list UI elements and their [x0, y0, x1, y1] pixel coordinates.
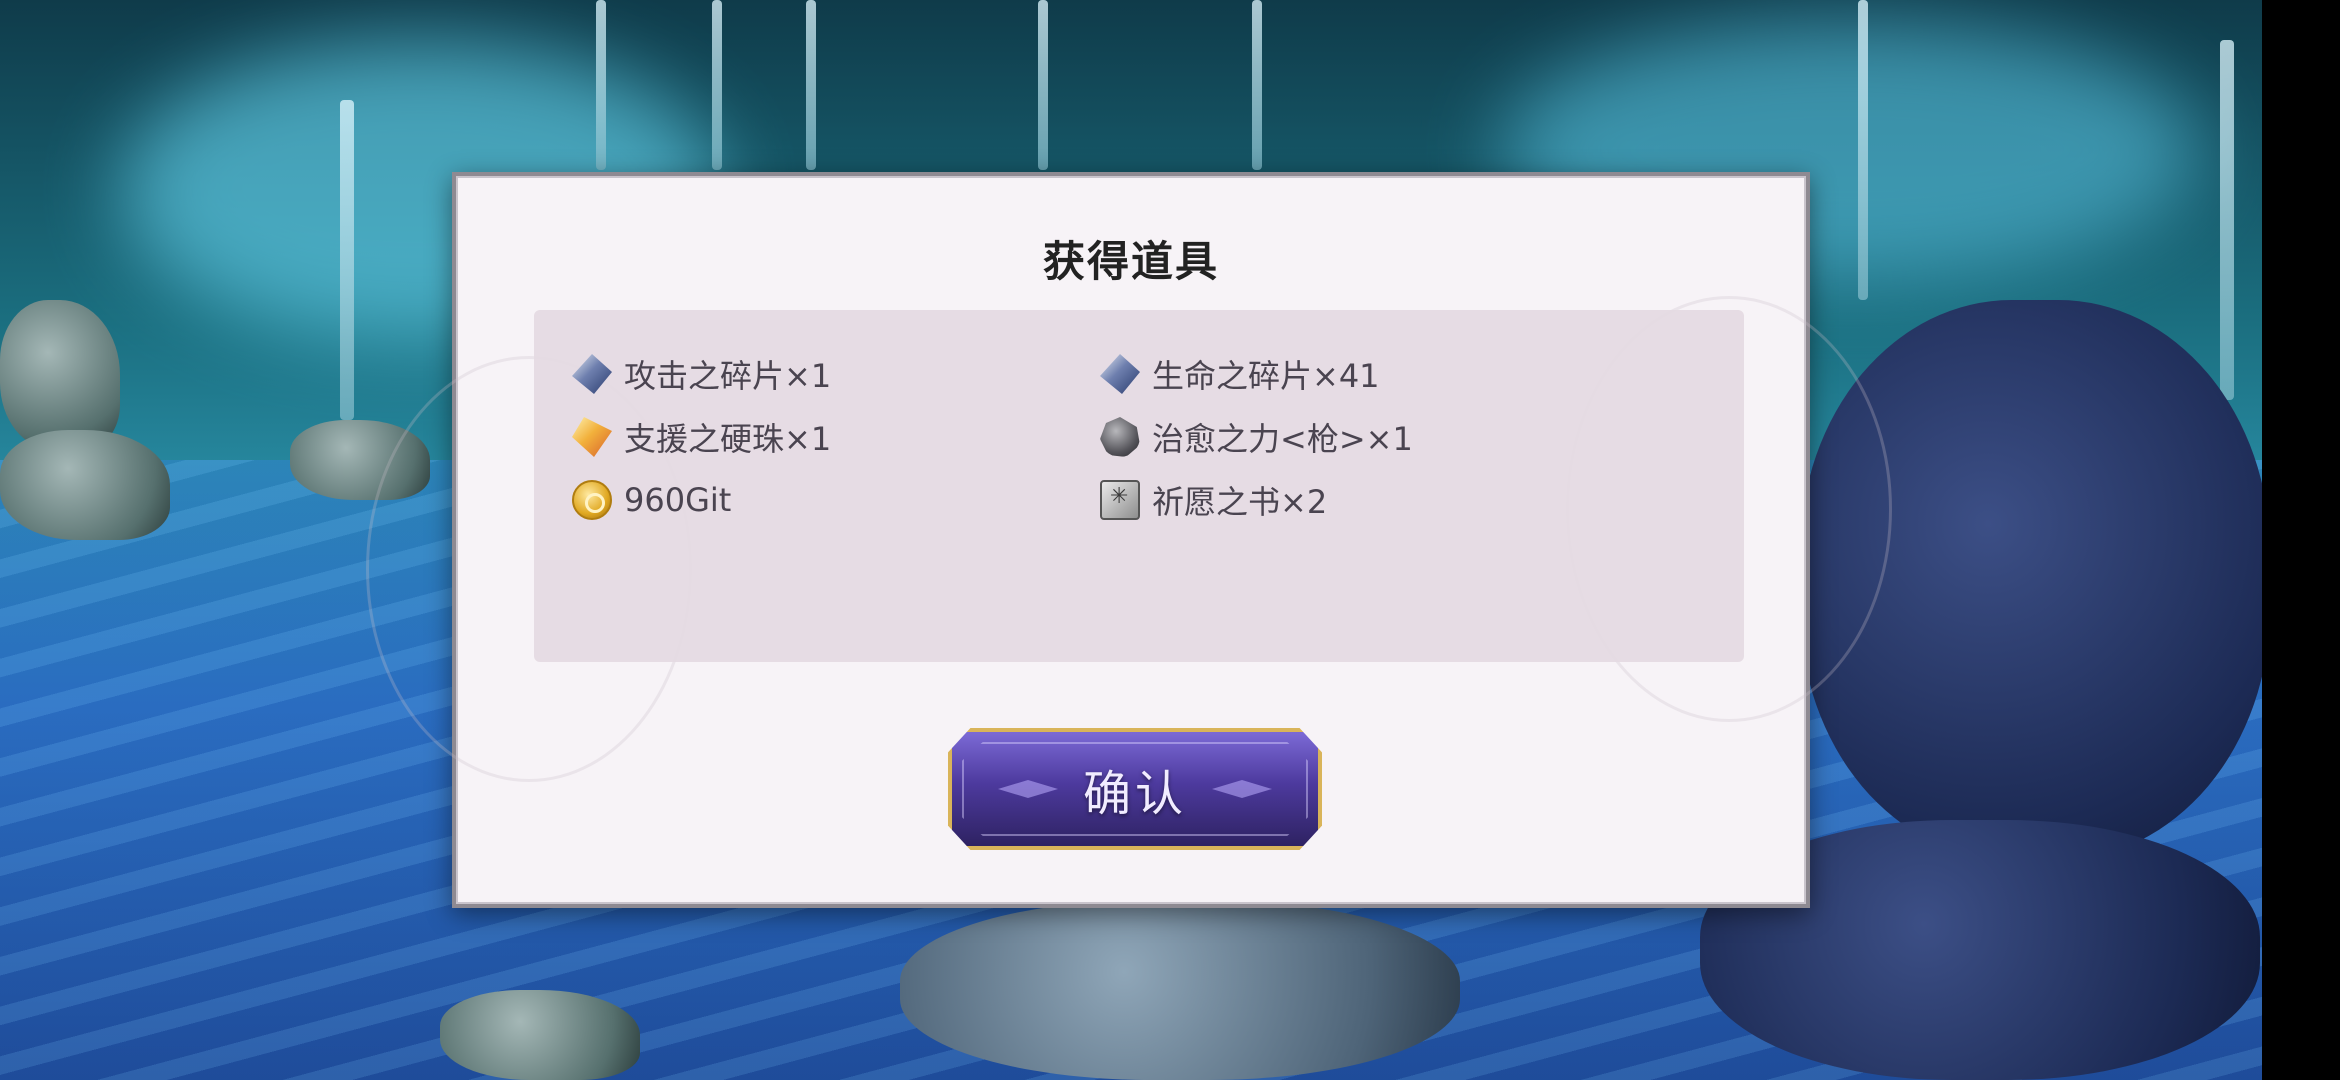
prayer-book-icon — [1100, 480, 1140, 520]
background-foliage — [900, 900, 1460, 1080]
background-tree — [806, 0, 816, 170]
background-rock — [0, 430, 170, 540]
game-scene: 获得道具 攻击之碎片×1 生命之碎片×41 支援之硬珠×1 治愈之力<枪>×1 … — [0, 0, 2262, 1080]
item-label: 攻击之碎片×1 — [624, 357, 832, 395]
item-label: 960Git — [624, 481, 732, 519]
list-item: 治愈之力<枪>×1 — [1100, 413, 1413, 461]
healing-power-icon — [1100, 417, 1140, 457]
background-tree — [340, 100, 354, 420]
background-rock — [440, 990, 640, 1080]
confirm-button[interactable]: 确认 — [948, 728, 1322, 850]
list-item: 960Git — [572, 476, 731, 524]
background-tree — [1038, 0, 1048, 170]
list-item: 攻击之碎片×1 — [572, 350, 831, 398]
item-label: 祈愿之书×2 — [1152, 483, 1328, 521]
item-label: 支援之硬珠×1 — [624, 420, 832, 458]
button-ornament — [998, 780, 1058, 798]
git-coin-icon — [572, 480, 612, 520]
background-tree — [596, 0, 606, 170]
list-item: 祈愿之书×2 — [1100, 476, 1327, 524]
support-orb-icon — [572, 417, 612, 457]
attack-shard-icon — [572, 354, 612, 394]
background-tree — [712, 0, 722, 170]
screen-edge-bar — [2262, 0, 2340, 1080]
item-reward-dialog: 获得道具 攻击之碎片×1 生命之碎片×41 支援之硬珠×1 治愈之力<枪>×1 … — [366, 172, 1892, 908]
item-label: 治愈之力<枪>×1 — [1152, 420, 1413, 458]
background-tree — [2220, 40, 2234, 400]
list-item: 生命之碎片×41 — [1100, 350, 1380, 398]
background-tree — [1858, 0, 1868, 300]
button-ornament — [1212, 780, 1272, 798]
list-item: 支援之硬珠×1 — [572, 413, 831, 461]
items-list: 攻击之碎片×1 生命之碎片×41 支援之硬珠×1 治愈之力<枪>×1 960Gi… — [534, 310, 1744, 662]
background-rock — [290, 420, 430, 500]
life-shard-icon — [1100, 354, 1140, 394]
dialog-title: 获得道具 — [1042, 237, 1219, 286]
confirm-button-label: 确认 — [1082, 766, 1187, 822]
item-label: 生命之碎片×41 — [1152, 357, 1380, 395]
background-rock — [0, 300, 120, 450]
background-foliage — [1800, 300, 2262, 860]
background-tree — [1252, 0, 1262, 170]
